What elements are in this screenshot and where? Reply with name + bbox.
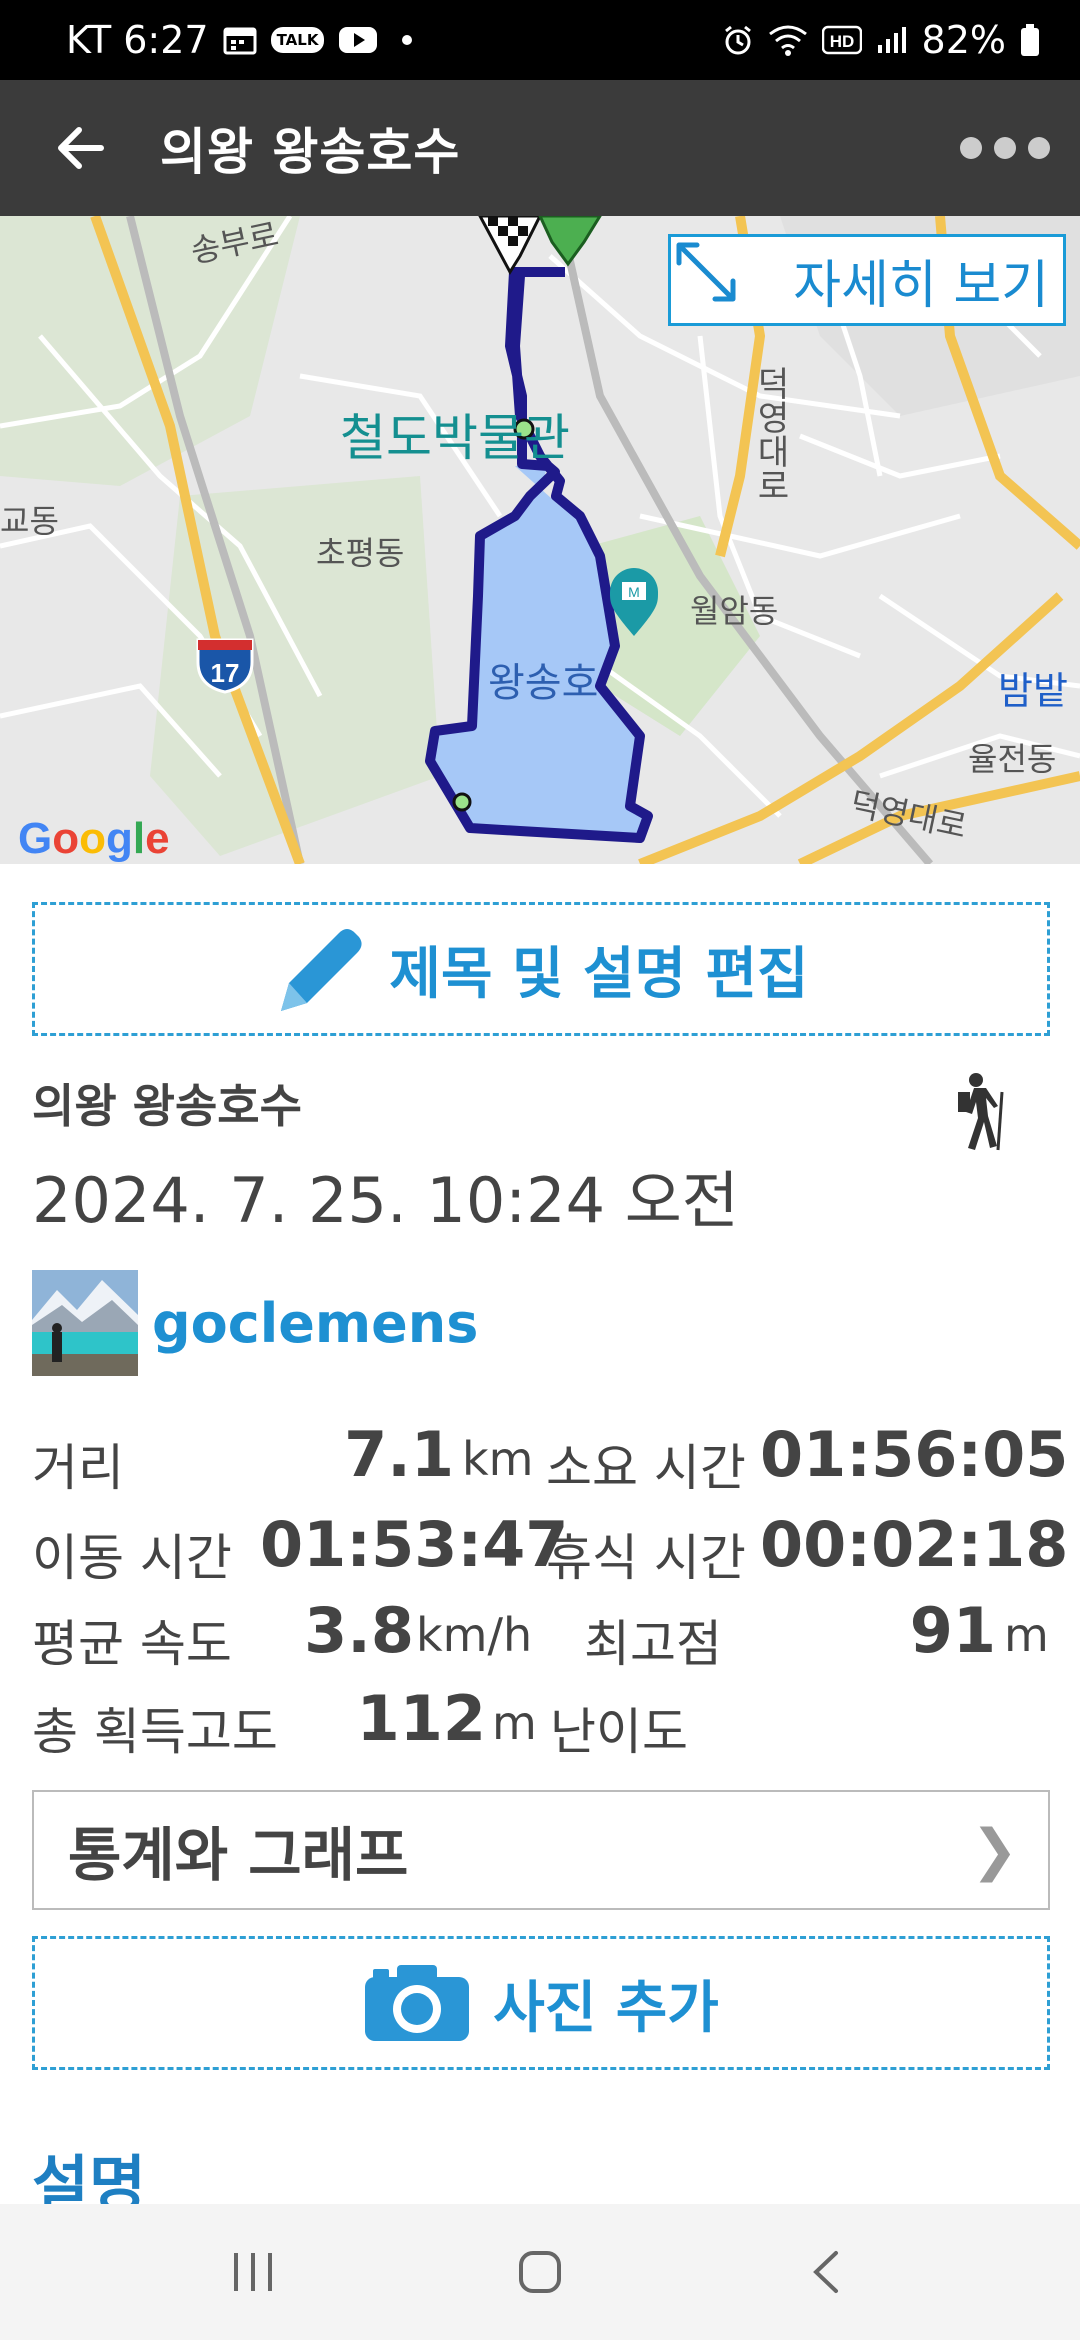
alarm-icon <box>722 24 754 56</box>
status-right: HD 82% <box>722 18 1040 62</box>
app-bar: 의왕 왕송호수 <box>0 80 1080 216</box>
map-label-yuljeon: 율전동 <box>968 740 1057 778</box>
svg-text:M: M <box>628 584 640 600</box>
home-button[interactable] <box>480 2222 600 2322</box>
stats-graphs-label: 통계와 그래프 <box>68 1821 409 1889</box>
more-dot <box>1028 137 1050 159</box>
map-label-deokyeong-vertical: 덕영대로 <box>750 366 790 502</box>
moving-time-value: 01:53:47 <box>260 1508 569 1581</box>
view-detail-button[interactable]: 자세히 보기 <box>668 234 1066 326</box>
map-label-bambat: 밤밭 <box>998 669 1068 713</box>
username-link[interactable]: goclemens <box>152 1292 478 1355</box>
stats-graphs-button[interactable]: 통계와 그래프 ❯ <box>32 1790 1050 1910</box>
hiking-icon <box>950 1072 1010 1156</box>
finish-flag-icon <box>478 216 542 275</box>
back-button[interactable] <box>0 80 160 216</box>
avatar[interactable] <box>32 1270 138 1376</box>
map-label-lake: 왕송호 <box>488 660 599 706</box>
map-label-gyodong: 교동 <box>0 502 59 540</box>
carrier-time: KT 6:27 <box>66 18 209 62</box>
highway-shield-icon: 17 <box>196 638 254 694</box>
rest-time-label: 휴식 시간 <box>546 1529 746 1587</box>
google-attribution: Google <box>18 814 170 863</box>
battery-icon <box>1020 23 1040 57</box>
total-time-value: 01:56:05 <box>760 1418 1069 1491</box>
wifi-icon <box>768 24 808 56</box>
elevation-gain-unit: m <box>492 1696 537 1750</box>
more-button[interactable] <box>960 118 1050 178</box>
track-name: 의왕 왕송호수 <box>32 1079 302 1133</box>
start-marker-icon <box>538 216 602 267</box>
map-label-wolam: 월암동 <box>690 592 779 630</box>
total-time-label: 소요 시간 <box>546 1439 746 1497</box>
expand-icon <box>676 242 736 302</box>
battery-percent: 82% <box>921 18 1006 62</box>
avg-speed-unit: km/h <box>416 1608 533 1662</box>
highway-number: 17 <box>211 658 240 688</box>
avg-speed-value: 3.8 <box>304 1594 414 1667</box>
avg-speed-label: 평균 속도 <box>32 1615 232 1673</box>
nav-back-button[interactable] <box>767 2222 887 2322</box>
pencil-icon <box>281 929 362 1011</box>
elevation-gain-label: 총 획득고도 <box>32 1703 278 1761</box>
rest-time-value: 00:02:18 <box>760 1508 1069 1581</box>
track-datetime: 2024. 7. 25. 10:24 오전 <box>32 1164 739 1237</box>
distance-value: 7.1 <box>344 1418 454 1491</box>
calendar-icon <box>223 25 257 55</box>
signal-icon <box>876 25 908 55</box>
page-title: 의왕 왕송호수 <box>160 123 461 181</box>
map-label-chopyeong: 초평동 <box>316 534 405 572</box>
dot-icon <box>402 35 413 45</box>
system-nav-bar <box>0 2204 1080 2340</box>
difficulty-label: 난이도 <box>550 1703 688 1761</box>
status-left: KT 6:27 TALK <box>66 18 413 62</box>
more-dot <box>994 137 1016 159</box>
moving-time-label: 이동 시간 <box>32 1529 232 1587</box>
recent-apps-button[interactable] <box>193 2222 313 2322</box>
max-altitude-label: 최고점 <box>584 1615 722 1673</box>
max-altitude-unit: m <box>1004 1608 1049 1662</box>
map-label-museum: 철도박물관 <box>340 409 570 467</box>
home-icon <box>518 2251 561 2293</box>
back-arrow-icon <box>58 127 104 169</box>
edit-title-label: 제목 및 설명 편집 <box>389 941 809 1007</box>
edit-title-button[interactable]: 제목 및 설명 편집 <box>32 902 1050 1036</box>
hd-badge-text: HD <box>829 32 854 51</box>
view-detail-label: 자세히 보기 <box>793 255 1049 316</box>
youtube-icon <box>338 25 378 55</box>
camera-icon <box>365 1965 470 2041</box>
status-bar: KT 6:27 TALK HD 82% <box>0 0 1080 80</box>
talk-icon: TALK <box>270 27 325 53</box>
more-dots-icon <box>960 137 982 159</box>
max-altitude-value: 91 <box>909 1594 996 1667</box>
distance-label: 거리 <box>32 1439 124 1497</box>
add-photo-label: 사진 추가 <box>493 1975 719 2041</box>
back-icon <box>812 2251 838 2293</box>
add-photo-button[interactable]: 사진 추가 <box>32 1936 1050 2070</box>
recent-apps-icon <box>234 2253 273 2291</box>
chevron-right-icon: ❯ <box>971 1817 1018 1883</box>
distance-unit: km <box>462 1432 534 1486</box>
route-map[interactable]: M 17 송부로 철도박물관 덕영대로 교동 초평동 월암동 왕송호 밤밭 율전… <box>0 216 1080 864</box>
hd-icon: HD <box>821 25 862 55</box>
elevation-gain-value: 112 <box>356 1682 486 1755</box>
